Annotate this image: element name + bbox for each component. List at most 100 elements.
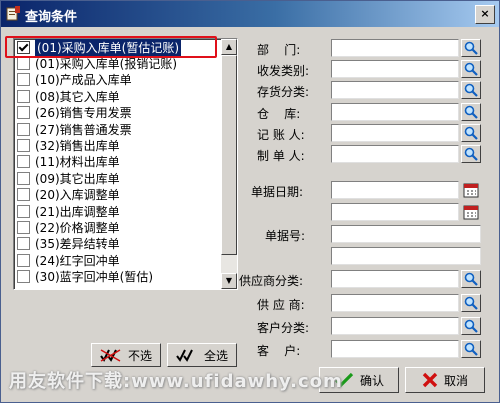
search-icon — [464, 41, 478, 55]
supplier-category-field[interactable] — [331, 270, 459, 288]
item-checkbox[interactable] — [17, 73, 30, 87]
doc-date-from-field[interactable] — [331, 181, 459, 199]
item-label: (08)其它入库单 — [35, 89, 120, 104]
deselect-all-label: 不选 — [127, 348, 152, 363]
item-label: (09)其它出库单 — [35, 171, 120, 186]
item-checkbox[interactable] — [17, 253, 30, 267]
department-label: 部 门: — [257, 43, 301, 57]
item-checkbox[interactable] — [17, 270, 30, 284]
item-checkbox[interactable] — [17, 188, 30, 202]
supplier-label: 供 应 商: — [257, 298, 305, 312]
cancel-button[interactable]: 取消 — [405, 367, 485, 393]
inventory-category-label: 存货分类: — [257, 85, 310, 99]
list-item[interactable]: (35)差异结转单 — [14, 236, 221, 252]
item-label: (22)价格调整单 — [35, 221, 120, 235]
list-item[interactable]: (32)销售出库单 — [14, 137, 221, 153]
preparer-lookup-button[interactable] — [461, 145, 481, 163]
list-item[interactable]: (09)其它出库单 — [14, 170, 221, 186]
item-checkbox[interactable] — [17, 139, 30, 153]
search-icon — [464, 126, 478, 140]
item-checkbox[interactable] — [17, 89, 30, 103]
search-icon — [464, 147, 478, 161]
scroll-up-button[interactable]: ▲ — [221, 39, 237, 55]
item-checkbox[interactable] — [17, 237, 30, 251]
receive-send-category-field[interactable] — [331, 60, 459, 78]
doc-number-from-field[interactable] — [331, 225, 481, 243]
deselect-all-button[interactable]: 不选 — [91, 343, 161, 367]
item-checkbox[interactable] — [17, 106, 30, 120]
item-label: (35)差异结转单 — [35, 237, 120, 252]
list-item[interactable]: (20)入库调整单 — [14, 187, 221, 203]
scroll-down-button[interactable]: ▼ — [221, 273, 237, 289]
search-icon — [464, 105, 478, 119]
close-button[interactable]: × — [475, 5, 495, 24]
item-label: (26)销售专用发票 — [35, 106, 132, 121]
item-label: (10)产成品入库单 — [35, 73, 132, 88]
search-icon — [464, 342, 478, 356]
search-icon — [464, 62, 478, 76]
department-field[interactable] — [331, 39, 459, 57]
red-highlight-box — [5, 36, 217, 58]
item-label: (21)出库调整单 — [35, 204, 120, 219]
customer-field[interactable] — [331, 340, 459, 358]
item-checkbox[interactable] — [17, 204, 30, 218]
list-item[interactable]: (27)销售普通发票 — [14, 121, 221, 137]
supplier-category-lookup-button[interactable] — [461, 270, 481, 288]
list-item[interactable]: (30)蓝字回冲单(暂估) — [14, 268, 221, 284]
doc-number-label: 单据号: — [265, 229, 306, 243]
item-checkbox[interactable] — [17, 171, 30, 185]
item-checkbox[interactable] — [17, 57, 30, 71]
title-bar: 查询条件 × — [1, 1, 499, 27]
list-item[interactable]: (10)产成品入库单 — [14, 72, 221, 88]
customer-category-label: 客户分类: — [257, 321, 310, 335]
select-all-icon — [176, 349, 193, 362]
cancel-label: 取消 — [443, 373, 468, 388]
customer-lookup-button[interactable] — [461, 340, 481, 358]
preparer-field[interactable] — [331, 145, 459, 163]
list-scrollbar[interactable]: ▲ ▼ — [221, 39, 237, 289]
preparer-label: 制 单 人: — [257, 149, 305, 163]
warehouse-lookup-button[interactable] — [461, 103, 481, 121]
deselect-all-icon — [100, 349, 121, 362]
select-all-button[interactable]: 全选 — [167, 343, 237, 367]
supplier-field[interactable] — [331, 294, 459, 312]
bookkeeper-lookup-button[interactable] — [461, 124, 481, 142]
search-icon — [464, 272, 478, 286]
doc-date-from-calendar-button[interactable] — [461, 181, 481, 199]
doc-date-to-calendar-button[interactable] — [461, 203, 481, 221]
calendar-icon — [463, 183, 479, 198]
bookkeeper-field[interactable] — [331, 124, 459, 142]
list-item[interactable]: (11)材料出库单 — [14, 154, 221, 170]
warehouse-field[interactable] — [331, 103, 459, 121]
list-item[interactable]: (26)销售专用发票 — [14, 105, 221, 121]
customer-category-field[interactable] — [331, 317, 459, 335]
calendar-icon — [463, 205, 479, 220]
doc-date-to-field[interactable] — [331, 203, 459, 221]
inventory-category-lookup-button[interactable] — [461, 81, 481, 99]
search-icon — [464, 296, 478, 310]
doc-date-label: 单据日期: — [251, 185, 304, 199]
list-item[interactable]: (08)其它入库单 — [14, 88, 221, 104]
item-label: (32)销售出库单 — [35, 139, 120, 154]
receive-send-category-lookup-button[interactable] — [461, 60, 481, 78]
supplier-lookup-button[interactable] — [461, 294, 481, 312]
list-item[interactable]: (22)价格调整单 — [14, 219, 221, 235]
watermark-text: 用友软件下载:www.ufidawhy.com — [9, 371, 343, 392]
department-lookup-button[interactable] — [461, 39, 481, 57]
search-icon — [464, 83, 478, 97]
customer-category-lookup-button[interactable] — [461, 317, 481, 335]
search-icon — [464, 319, 478, 333]
item-label: (11)材料出库单 — [35, 155, 120, 170]
item-checkbox[interactable] — [17, 122, 30, 136]
list-item[interactable]: (21)出库调整单 — [14, 203, 221, 219]
inventory-category-field[interactable] — [331, 81, 459, 99]
window-title: 查询条件 — [25, 10, 78, 25]
item-checkbox[interactable] — [17, 220, 30, 234]
customer-label: 客 户: — [257, 344, 301, 358]
item-checkbox[interactable] — [17, 155, 30, 169]
list-item[interactable]: (24)红字回冲单 — [14, 252, 221, 268]
item-label: (30)蓝字回冲单(暂估) — [35, 270, 153, 285]
doc-number-to-field[interactable] — [331, 247, 481, 265]
scroll-thumb[interactable] — [221, 55, 237, 255]
cancel-x-icon — [422, 372, 438, 388]
